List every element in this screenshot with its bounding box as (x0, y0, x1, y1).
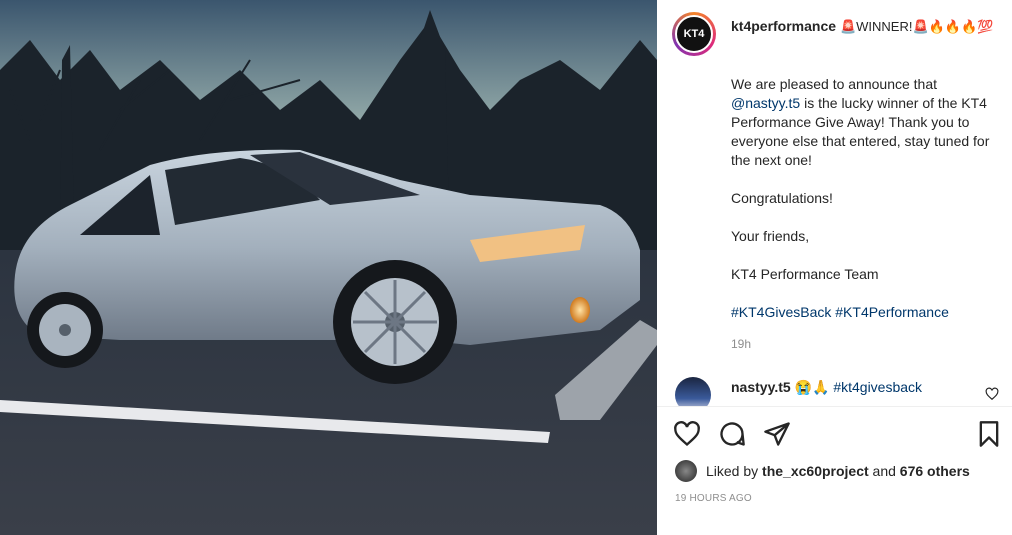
caption-title: kt4performance 🚨WINNER!🚨🔥🔥🔥💯 (731, 18, 993, 35)
post-details-panel: KT4 kt4performance 🚨WINNER!🚨🔥🔥🔥💯 We are … (657, 0, 1012, 535)
comment-hashtag[interactable]: #kt4givesback (833, 379, 922, 395)
likes-text: Liked by the_xc60project and 676 others (706, 463, 970, 479)
comment-icon[interactable] (718, 420, 746, 448)
caption-intro: We are pleased to announce that (731, 76, 941, 92)
post-caption: We are pleased to announce that @nastyy.… (731, 75, 999, 322)
author-username[interactable]: kt4performance (731, 18, 836, 34)
likes-prefix: Liked by (706, 463, 763, 479)
caption-title-text: 🚨WINNER!🚨🔥🔥🔥💯 (839, 19, 994, 34)
bookmark-icon[interactable] (975, 420, 1003, 448)
post-header: KT4 (657, 0, 1012, 70)
comment-like-icon[interactable] (985, 387, 999, 401)
post-timestamp[interactable]: 19 HOURS AGO (675, 493, 752, 504)
caption-age: 19h (731, 337, 752, 351)
caption-hashtags[interactable]: #KT4GivesBack #KT4Performance (731, 304, 949, 320)
author-avatar-image: KT4 (675, 15, 713, 53)
post-actions (673, 420, 1003, 448)
heart-icon[interactable] (673, 420, 701, 448)
divider (657, 406, 1012, 407)
post-photo[interactable] (0, 0, 657, 535)
instagram-post-viewer: KT4 kt4performance 🚨WINNER!🚨🔥🔥🔥💯 We are … (0, 0, 1012, 535)
commenter-username[interactable]: nastyy.t5 (731, 379, 791, 395)
author-avatar[interactable]: KT4 (672, 12, 716, 56)
comment-item: nastyy.t5 😭🙏 #kt4givesback (675, 375, 1005, 407)
comment-emoji: 😭🙏 (794, 379, 830, 395)
comment-text: nastyy.t5 😭🙏 #kt4givesback (731, 379, 922, 396)
liker-username[interactable]: the_xc60project (762, 463, 869, 479)
share-icon[interactable] (763, 420, 791, 448)
commenter-avatar[interactable] (675, 377, 711, 407)
likes-count-link[interactable]: 676 others (900, 463, 970, 479)
caption-mention-link[interactable]: @nastyy.t5 (731, 95, 800, 111)
likes-middle: and (868, 463, 900, 479)
caption-body: is the lucky winner of the KT4 Performan… (731, 95, 990, 282)
liker-avatar[interactable] (675, 460, 697, 482)
